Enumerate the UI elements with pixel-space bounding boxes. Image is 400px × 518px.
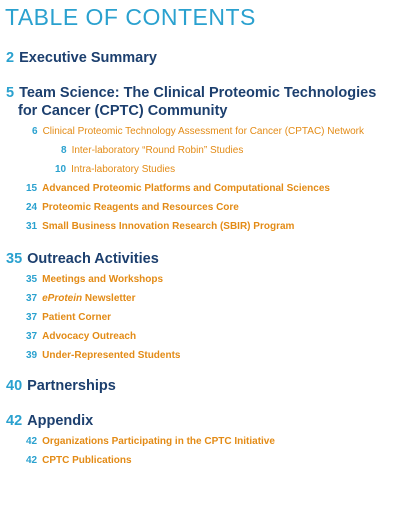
- section-label-line1: Team Science: The Clinical Proteomic Tec…: [19, 85, 377, 101]
- toc-section-executive-summary[interactable]: 2 Executive Summary: [6, 49, 157, 67]
- toc-section-outreach[interactable]: 35 Outreach Activities: [6, 250, 159, 268]
- item-label: CPTC Publications: [42, 455, 132, 466]
- item-label: Small Business Innovation Research (SBIR…: [42, 221, 295, 232]
- section-label: Appendix: [27, 413, 94, 429]
- toc-item-round-robin[interactable]: 8 Inter-laboratory “Round Robin” Studies: [61, 144, 243, 157]
- page-number: 42: [26, 455, 38, 466]
- section-label: Partnerships: [27, 378, 116, 394]
- page-number: 39: [26, 350, 38, 361]
- item-label: Meetings and Workshops: [42, 274, 164, 285]
- page-number: 24: [26, 202, 38, 213]
- item-label: Clinical Proteomic Technology Assessment…: [42, 126, 364, 137]
- page-number: 8: [61, 145, 67, 156]
- toc-item-sbir-program[interactable]: 31 Small Business Innovation Research (SB…: [26, 220, 294, 233]
- page-number: 15: [26, 183, 38, 194]
- toc-item-advanced-platforms[interactable]: 15 Advanced Proteomic Platforms and Compu…: [26, 182, 330, 195]
- toc-section-team-science[interactable]: 5 Team Science: The Clinical Proteomic Te…: [6, 84, 376, 102]
- page-number: 37: [26, 331, 38, 342]
- toc-item-meetings[interactable]: 35 Meetings and Workshops: [26, 273, 163, 286]
- page-number: 5: [6, 85, 15, 101]
- item-label: Proteomic Reagents and Resources Core: [42, 202, 239, 213]
- toc-section-partnerships[interactable]: 40 Partnerships: [6, 377, 116, 395]
- page-title: TABLE OF CONTENTS: [5, 4, 256, 30]
- section-label: Outreach Activities: [27, 251, 159, 267]
- toc-section-appendix[interactable]: 42 Appendix: [6, 412, 93, 430]
- toc-item-intra-lab[interactable]: 10 Intra-laboratory Studies: [55, 163, 175, 176]
- page-number: 10: [55, 164, 67, 175]
- toc-item-reagents-core[interactable]: 24 Proteomic Reagents and Resources Core: [26, 201, 239, 214]
- item-label: Advocacy Outreach: [42, 331, 137, 342]
- item-label: Inter-laboratory “Round Robin” Studies: [71, 145, 244, 156]
- item-label: Newsletter: [82, 293, 136, 304]
- toc-item-publications[interactable]: 42 CPTC Publications: [26, 454, 132, 467]
- item-label-emphasis: eProtein: [42, 293, 83, 304]
- toc-item-advocacy-outreach[interactable]: 37 Advocacy Outreach: [26, 330, 136, 343]
- toc-item-under-represented[interactable]: 39 Under-Represented Students: [26, 349, 180, 362]
- toc-item-organizations[interactable]: 42 Organizations Participating in the CPT…: [26, 435, 275, 448]
- page-number: 37: [26, 293, 38, 304]
- item-label: Patient Corner: [42, 312, 112, 323]
- page-number: 6: [32, 126, 38, 137]
- page-number: 2: [6, 50, 15, 66]
- toc-section-team-science-line2: for Cancer (CPTC) Community: [18, 103, 228, 119]
- page-number: 35: [6, 251, 23, 267]
- page-number: 42: [6, 413, 23, 429]
- page-number: 40: [6, 378, 23, 394]
- page-number: 42: [26, 436, 38, 447]
- toc-item-cptac-network[interactable]: 6 Clinical Proteomic Technology Assessmen…: [32, 125, 364, 138]
- item-label: Under-Represented Students: [42, 350, 181, 361]
- page-number: 37: [26, 312, 38, 323]
- toc-item-patient-corner[interactable]: 37 Patient Corner: [26, 311, 111, 324]
- page-number: 35: [26, 274, 38, 285]
- section-label: Executive Summary: [19, 50, 157, 66]
- page-number: 31: [26, 221, 38, 232]
- item-label: Advanced Proteomic Platforms and Computa…: [42, 183, 330, 194]
- item-label: Intra-laboratory Studies: [71, 164, 176, 175]
- item-label: Organizations Participating in the CPTC …: [42, 436, 275, 447]
- toc-item-eprotein-newsletter[interactable]: 37 eProtein Newsletter: [26, 292, 136, 305]
